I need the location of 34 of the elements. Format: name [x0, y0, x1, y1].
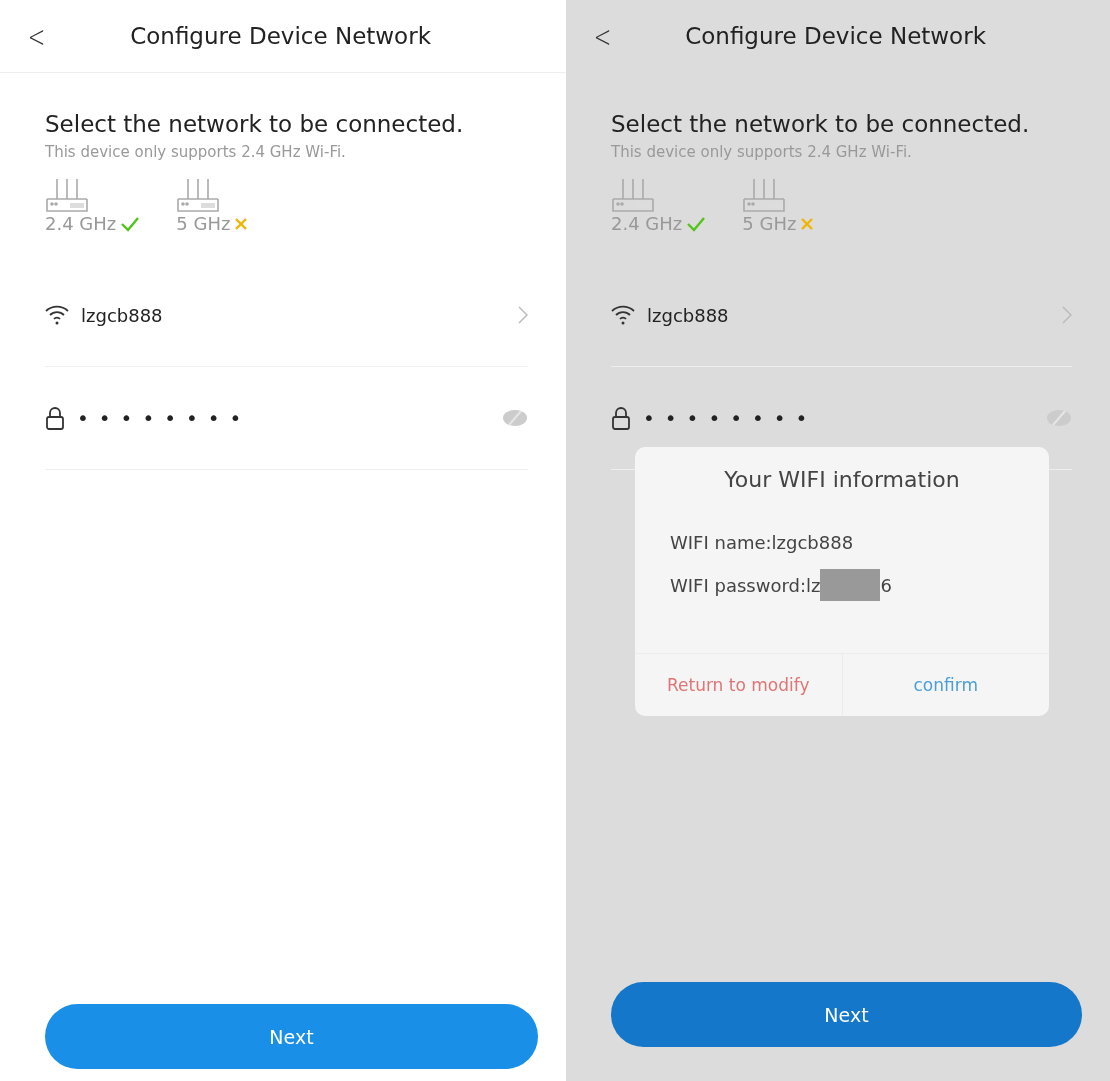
router-icon — [45, 177, 89, 213]
network-name[interactable]: lzgcb888 — [81, 304, 506, 326]
wifi-password-text: 6 — [880, 574, 892, 596]
password-field[interactable]: •••••••• — [643, 406, 1034, 430]
lock-icon — [611, 406, 631, 430]
back-button[interactable]: < — [27, 18, 46, 54]
wifi-password-text: WIFI password:lz — [670, 574, 821, 596]
heading: Select the network to be connected. — [611, 111, 1031, 137]
redaction-block — [820, 569, 881, 601]
band-label: 2.4 GHz — [611, 213, 683, 234]
band-label: 5 GHz — [176, 213, 231, 234]
router-icon — [742, 177, 787, 213]
band-label: 2.4 GHz — [45, 213, 117, 234]
chevron-right-icon[interactable] — [518, 306, 528, 324]
heading: Select the network to be connected. — [45, 111, 465, 137]
password-field[interactable]: •••••••• — [77, 406, 490, 430]
wifi-icon — [45, 305, 69, 325]
subtitle: This device only supports 2.4 GHz Wi-Fi. — [611, 143, 913, 161]
network-name[interactable]: lzgcb888 — [647, 304, 1050, 326]
band-label: 5 GHz — [742, 213, 797, 234]
wifi-name-text: WIFI name:lzgcb888 — [669, 532, 855, 553]
eye-hidden-icon[interactable] — [1046, 409, 1072, 427]
next-button[interactable]: Next — [611, 982, 1082, 1047]
eye-hidden-icon[interactable] — [502, 409, 528, 427]
router-icon — [176, 177, 221, 213]
wifi-icon — [611, 305, 635, 325]
chevron-right-icon[interactable] — [1062, 306, 1072, 324]
dialog-title: Your WIFI information — [723, 467, 961, 492]
lock-icon — [45, 406, 65, 430]
back-button[interactable]: < — [593, 18, 612, 54]
screen-title: Configure Device Network — [129, 23, 432, 49]
router-icon — [611, 177, 655, 213]
screen-title: Configure Device Network — [684, 23, 987, 49]
subtitle: This device only supports 2.4 GHz Wi-Fi. — [45, 143, 347, 161]
